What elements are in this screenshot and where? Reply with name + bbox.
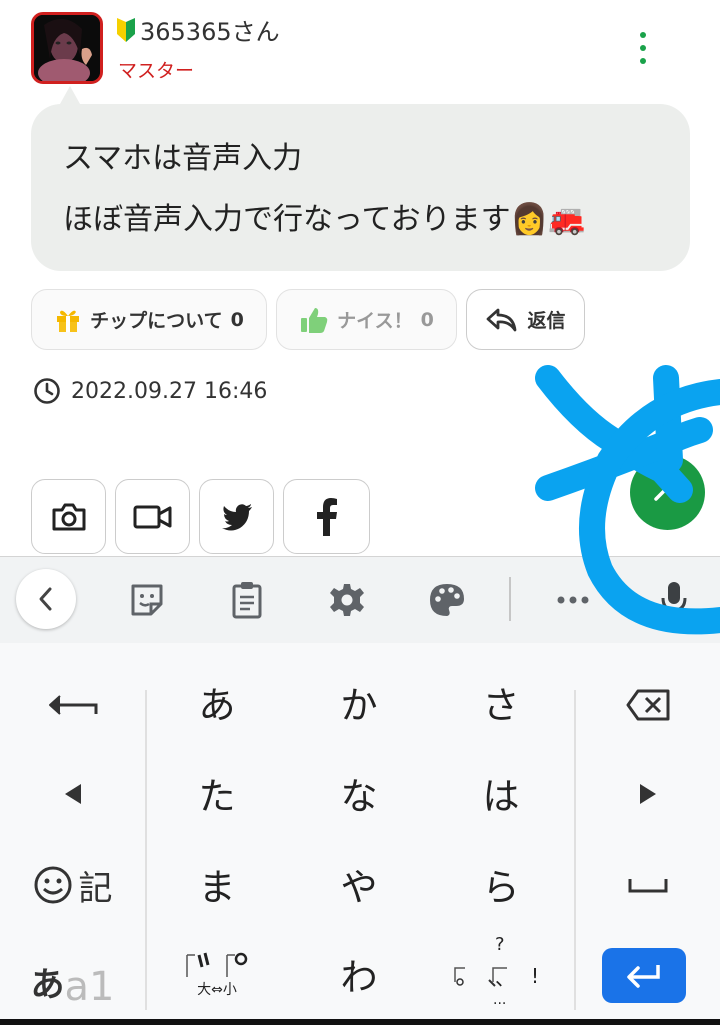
- facebook-icon: [316, 497, 337, 536]
- user-avatar[interactable]: [31, 12, 103, 84]
- video-share-button[interactable]: [115, 479, 190, 554]
- more-toolbar-button[interactable]: [551, 578, 595, 622]
- scroll-to-top-button[interactable]: [630, 455, 705, 530]
- toolbar-divider: [509, 577, 511, 621]
- key-ya[interactable]: や: [289, 842, 429, 926]
- backspace-icon: [626, 689, 669, 721]
- tip-count: 0: [230, 308, 244, 331]
- backspace-key[interactable]: [575, 663, 720, 747]
- twitter-icon: [221, 503, 252, 530]
- cursor-left-key[interactable]: [0, 752, 145, 836]
- reply-label: 返信: [527, 310, 566, 332]
- key-sa[interactable]: さ: [431, 660, 571, 744]
- keyboard-collapse-button[interactable]: [16, 569, 76, 629]
- bottom-edge: [0, 1019, 720, 1025]
- cursor-right-key[interactable]: [575, 752, 720, 836]
- emoji-key-label: 記: [78, 868, 113, 909]
- twitter-share-button[interactable]: [199, 479, 274, 554]
- theme-button[interactable]: [425, 578, 469, 622]
- tip-button[interactable]: チップについて 0: [31, 289, 267, 350]
- more-options-icon[interactable]: [628, 32, 658, 64]
- clipboard-icon: [232, 582, 262, 619]
- gift-icon: [57, 310, 80, 332]
- message-bubble: スマホは音声入力 ほぼ音声入力で行なっております👩🚒: [31, 104, 690, 271]
- beginner-mark-icon: [117, 17, 135, 42]
- palette-icon: [430, 584, 464, 616]
- punct-question: ?: [495, 934, 505, 955]
- settings-button[interactable]: [325, 578, 369, 622]
- punct-comma: 、: [495, 966, 515, 990]
- punct-exclamation: !: [531, 964, 540, 988]
- mode-label-hiragana: あ: [30, 965, 65, 1005]
- nice-count: 0: [420, 308, 434, 331]
- key-ka[interactable]: か: [289, 660, 429, 744]
- message-line-1: スマホは音声入力: [63, 141, 303, 176]
- nice-label: ナイス！: [337, 310, 413, 332]
- punctuation-key[interactable]: ? 、 ! ...: [431, 932, 571, 1016]
- chevron-up-icon: [653, 484, 682, 501]
- sticker-icon: [131, 584, 163, 616]
- more-icon: [557, 596, 589, 604]
- key-ra[interactable]: ら: [431, 842, 571, 926]
- emoji-symbol-key[interactable]: 記: [0, 843, 145, 927]
- camera-share-button[interactable]: [31, 479, 106, 554]
- space-key[interactable]: [575, 843, 720, 927]
- timestamp-text: 2022.09.27 16:46: [71, 378, 268, 404]
- dakuten-key[interactable]: 大⇔小: [147, 932, 287, 1016]
- bubble-tail: [60, 86, 80, 104]
- space-icon: [628, 879, 667, 893]
- enter-arrow-icon: [627, 964, 660, 988]
- input-mode-key[interactable]: あ a1: [0, 934, 145, 1018]
- clock-icon: [34, 378, 60, 404]
- key-wa[interactable]: わ: [289, 932, 429, 1016]
- key-ma[interactable]: ま: [147, 842, 287, 926]
- mode-label-alnum: a1: [64, 964, 115, 1010]
- dakuten-glyph-icon: [186, 952, 248, 977]
- voice-input-button[interactable]: [652, 578, 696, 622]
- triangle-right-icon: [639, 784, 656, 804]
- key-a[interactable]: あ: [147, 660, 287, 744]
- username-text: 365365さん: [140, 18, 280, 46]
- tip-label: チップについて: [90, 310, 223, 332]
- nice-button[interactable]: ナイス！ 0: [276, 289, 457, 350]
- triangle-left-icon: [64, 784, 81, 804]
- microphone-icon: [661, 582, 687, 618]
- camera-icon: [52, 503, 85, 530]
- undo-arrow-icon: [48, 695, 97, 715]
- sticker-button[interactable]: [125, 578, 169, 622]
- key-na[interactable]: な: [289, 751, 429, 835]
- undo-key[interactable]: [0, 663, 145, 747]
- enter-key[interactable]: [602, 948, 686, 1003]
- settings-icon: [330, 584, 364, 616]
- user-rank: マスター: [118, 60, 195, 82]
- facebook-share-button[interactable]: [283, 479, 370, 554]
- clipboard-button[interactable]: [225, 578, 269, 622]
- key-ha[interactable]: は: [431, 751, 571, 835]
- punct-ellipsis: ...: [493, 992, 507, 1008]
- dakuten-label: 大⇔小: [197, 982, 237, 998]
- video-icon: [133, 505, 171, 528]
- message-line-2: ほぼ音声入力で行なっております👩🚒: [63, 202, 586, 237]
- reply-button[interactable]: 返信: [466, 289, 585, 350]
- username[interactable]: 365365さん: [116, 12, 280, 47]
- smiley-icon: [34, 866, 71, 904]
- key-ta[interactable]: た: [147, 751, 287, 835]
- reply-arrow-icon: [487, 308, 517, 331]
- back-chevron-icon: [39, 587, 52, 611]
- thumbs-up-icon: [301, 307, 328, 333]
- post-timestamp: 2022.09.27 16:46: [33, 377, 267, 405]
